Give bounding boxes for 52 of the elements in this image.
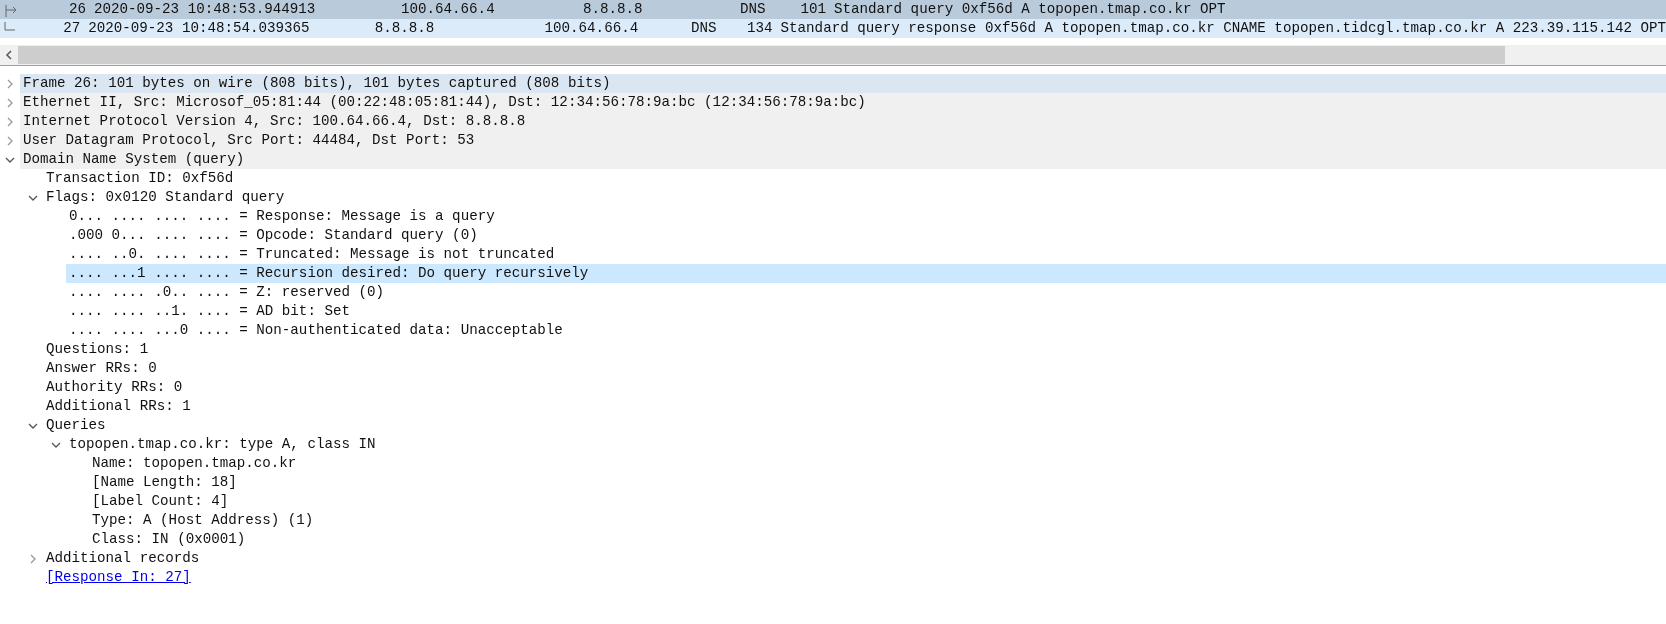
field-label: 0... .... .... .... = Response: Message is a query — [69, 206, 495, 226]
packet-number: 26 — [67, 0, 86, 19]
horizontal-scrollbar[interactable] — [0, 45, 1666, 66]
field-label: Type: A (Host Address) (1) — [92, 510, 314, 530]
packet-protocol: DNS — [691, 18, 718, 38]
packet-destination: 8.8.8.8 — [583, 0, 644, 19]
packet-protocol: DNS — [740, 0, 767, 19]
packet-number: 27 — [62, 18, 81, 38]
field-label: .... .... ..1. .... = AD bit: Set — [69, 301, 350, 321]
field-label: [Label Count: 4] — [92, 491, 229, 511]
field-label: Answer RRs: 0 — [46, 358, 157, 378]
field-label: Authority RRs: 0 — [46, 377, 183, 397]
packet-source: 8.8.8.8 — [374, 18, 436, 38]
scrollbar-thumb[interactable] — [18, 46, 1505, 64]
field-label: Frame 26: 101 bytes on wire (808 bits), 101 bytes captured (808 bits) — [23, 73, 611, 93]
field-label: Class: IN (0x0001) — [92, 529, 246, 549]
field-label: Additional RRs: 1 — [46, 396, 191, 416]
field-label: User Datagram Protocol, Src Port: 44484, Dst Port: 53 — [23, 130, 475, 150]
field-label: [Name Length: 18] — [92, 472, 237, 492]
field-label: Questions: 1 — [46, 339, 149, 359]
packet-time: 2020-09-23 10:48:53.944913 — [93, 0, 317, 19]
field-label: Ethernet II, Src: Microsof_05:81:44 (00:22:48:05:81:44), Dst: 12:34:56:78:9a:bc (12:34:56:78:9a:bc) — [23, 92, 866, 112]
tree-row[interactable]: .... ...1 .... .... = Recursion desired: Do query recursively — [66, 264, 1666, 283]
packet-info: Standard query response 0xf56d A topopen.tmap.co.kr CNAME topopen.tidcgl.tmap.co.kr A 223.39.115.142 OPT — [779, 18, 1666, 38]
field-label: Flags: 0x0120 Standard query — [46, 187, 285, 207]
tree-row[interactable]: Internet Protocol Version 4, Src: 100.64.66.4, Dst: 8.8.8.8 — [20, 112, 1666, 131]
field-label: .... .... .0.. .... = Z: reserved (0) — [69, 282, 384, 302]
field-label: Name: topopen.tmap.co.kr — [92, 453, 297, 473]
packet-time: 2020-09-23 10:48:54.039365 — [87, 18, 311, 38]
tree-row[interactable]: Ethernet II, Src: Microsof_05:81:44 (00:22:48:05:81:44), Dst: 12:34:56:78:9a:bc (12:34:56:78:9a:bc) — [20, 93, 1666, 112]
tree-row[interactable]: User Datagram Protocol, Src Port: 44484, Dst Port: 53 — [20, 131, 1666, 150]
packet-row[interactable]: 26 2020-09-23 10:48:53.944913 100.64.66.4 8.8.8.8 DNS 101 Standard query 0xf56d A topopen.tmap.co.kr OPT — [0, 0, 1666, 19]
packet-length: 101 — [800, 0, 826, 19]
field-label: Internet Protocol Version 4, Src: 100.64.66.4, Dst: 8.8.8.8 — [23, 111, 526, 131]
field-label: Queries — [46, 415, 106, 435]
field-label: Domain Name System (query) — [23, 149, 245, 169]
field-label: .... ..0. .... .... = Truncated: Message is not truncated — [69, 244, 555, 264]
tree-row[interactable]: Frame 26: 101 bytes on wire (808 bits), 101 bytes captured (808 bits) — [20, 74, 1666, 93]
field-label: Additional records — [46, 548, 200, 568]
packet-source: 100.64.66.4 — [401, 0, 496, 19]
response-link[interactable]: [Response In: 27] — [46, 566, 191, 589]
packet-row[interactable]: 27 2020-09-23 10:48:54.039365 8.8.8.8 100.64.66.4 DNS 134 Standard query response 0xf56d A topopen.tmap.co.kr CNAME topopen.tidcgl.tmap.co.kr A 223.39.115.142 OPT — [0, 19, 1666, 38]
field-label: .000 0... .... .... = Opcode: Standard query (0) — [69, 225, 478, 245]
request-arrow-icon — [3, 2, 19, 17]
field-label: Transaction ID: 0xf56d — [46, 168, 234, 188]
tree-row[interactable]: Domain Name System (query) — [20, 150, 1666, 169]
field-label: .... ...1 .... .... = Recursion desired: Do query recursively — [69, 263, 589, 283]
field-label: .... .... ...0 .... = Non-authenticated data: Unacceptable — [69, 320, 563, 340]
packet-length: 134 — [747, 18, 773, 38]
field-label: topopen.tmap.co.kr: type A, class IN — [69, 434, 376, 454]
packet-info: Standard query 0xf56d A topopen.tmap.co.kr OPT — [833, 0, 1226, 19]
packet-destination: 100.64.66.4 — [544, 18, 640, 38]
